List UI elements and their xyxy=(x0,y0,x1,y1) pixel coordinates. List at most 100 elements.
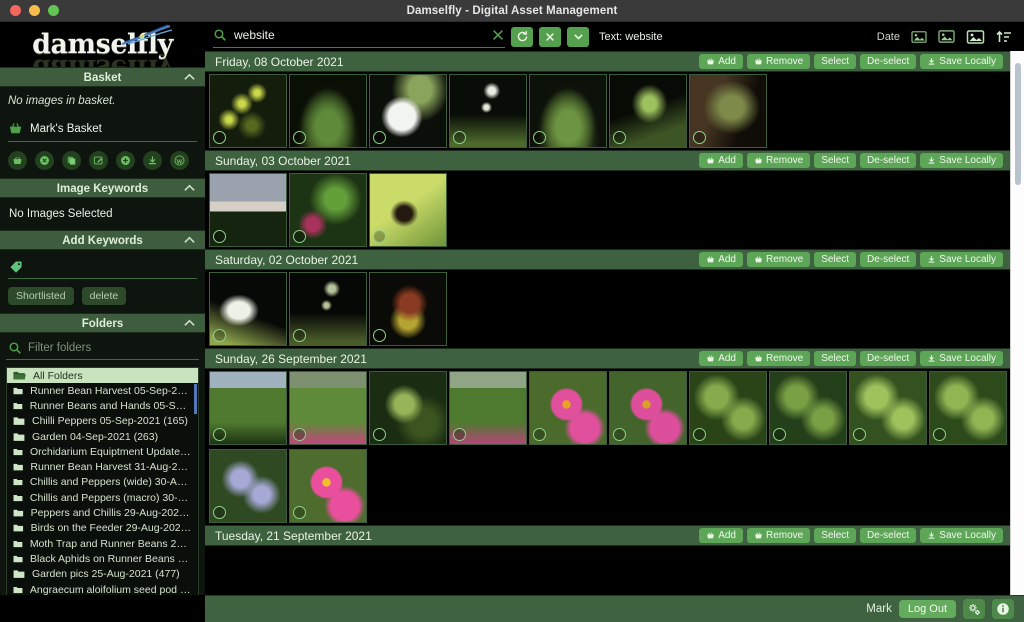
thumbnail-select-toggle[interactable] xyxy=(213,329,226,342)
folder-list-item[interactable]: Chilli Peppers 05-Sep-2021 (165) xyxy=(7,414,198,429)
image-thumbnail[interactable] xyxy=(529,74,607,148)
settings-button[interactable] xyxy=(963,599,985,619)
group-select-button[interactable]: Select xyxy=(814,252,857,267)
group-add-button[interactable]: Add xyxy=(699,153,743,168)
image-thumbnail[interactable] xyxy=(689,74,767,148)
group-add-button[interactable]: Add xyxy=(699,528,743,543)
search-input[interactable] xyxy=(234,28,484,42)
group-add-button[interactable]: Add xyxy=(699,351,743,366)
thumbnail-select-toggle[interactable] xyxy=(213,506,226,519)
thumbnail-select-toggle[interactable] xyxy=(373,428,386,441)
app-logo[interactable]: damselfly damselfly xyxy=(0,22,205,67)
basket-selector[interactable]: Mark's Basket xyxy=(8,121,197,142)
keyword-input-row[interactable] xyxy=(8,256,197,279)
group-select-button[interactable]: Select xyxy=(814,153,857,168)
image-thumbnail[interactable] xyxy=(209,272,287,346)
thumbnail-select-toggle[interactable] xyxy=(293,131,306,144)
group-remove-button[interactable]: Remove xyxy=(747,528,811,543)
group-save-locally-button[interactable]: Save Locally xyxy=(920,528,1003,543)
group-add-button[interactable]: Add xyxy=(699,252,743,267)
thumbnail-select-toggle[interactable] xyxy=(293,428,306,441)
group-deselect-button[interactable]: De-select xyxy=(860,54,917,69)
image-thumbnail[interactable] xyxy=(369,74,447,148)
image-thumbnail[interactable] xyxy=(529,371,607,445)
small-thumbnails-icon[interactable] xyxy=(911,30,927,44)
sort-order-icon[interactable] xyxy=(996,29,1012,45)
large-thumbnails-icon[interactable] xyxy=(966,29,985,45)
thumbnail-select-toggle[interactable] xyxy=(373,329,386,342)
thumbnail-select-toggle[interactable] xyxy=(853,428,866,441)
grid-scrollbar[interactable] xyxy=(1010,51,1024,595)
image-thumbnail[interactable] xyxy=(369,371,447,445)
thumbnail-select-toggle[interactable] xyxy=(213,230,226,243)
image-thumbnail[interactable] xyxy=(769,371,847,445)
folder-list-item[interactable]: Runner Bean Harvest 31-Aug-2021 (89) xyxy=(7,459,198,474)
image-thumbnail[interactable] xyxy=(609,74,687,148)
thumbnail-select-toggle[interactable] xyxy=(613,428,626,441)
folder-list-item[interactable]: Chillis and Peppers (wide) 30-Aug-2021 .… xyxy=(7,475,198,490)
image-thumbnail[interactable] xyxy=(289,74,367,148)
image-keywords-panel-header[interactable]: Image Keywords xyxy=(0,178,205,198)
medium-thumbnails-icon[interactable] xyxy=(938,29,955,44)
chevron-up-icon[interactable] xyxy=(183,71,196,84)
folder-list-item[interactable]: Runner Beans and Hands 05-Sep-2021 (... xyxy=(7,398,198,413)
folder-list-item[interactable]: Garden 04-Sep-2021 (263) xyxy=(7,429,198,444)
thumbnail-select-toggle[interactable] xyxy=(533,131,546,144)
folder-list-item[interactable]: Garden pics 25-Aug-2021 (477) xyxy=(7,567,198,582)
chevron-up-icon[interactable] xyxy=(183,234,196,247)
copy-basket-button[interactable] xyxy=(62,151,81,170)
refresh-button[interactable] xyxy=(511,26,533,47)
grid-scrollbar-thumb[interactable] xyxy=(1015,63,1021,185)
cancel-search-button[interactable] xyxy=(539,26,561,47)
folder-list-scrollbar[interactable] xyxy=(194,384,197,414)
folder-item-all-folders[interactable]: All Folders xyxy=(7,368,198,383)
add-keywords-panel-header[interactable]: Add Keywords xyxy=(0,230,205,250)
thumbnail-select-toggle[interactable] xyxy=(453,131,466,144)
thumbnail-select-toggle[interactable] xyxy=(293,506,306,519)
image-thumbnail[interactable] xyxy=(369,173,447,247)
group-remove-button[interactable]: Remove xyxy=(747,54,811,69)
keyword-input[interactable] xyxy=(30,260,180,273)
group-save-locally-button[interactable]: Save Locally xyxy=(920,351,1003,366)
thumbnail-select-toggle[interactable] xyxy=(773,428,786,441)
group-save-locally-button[interactable]: Save Locally xyxy=(920,252,1003,267)
group-select-button[interactable]: Select xyxy=(814,54,857,69)
basket-panel-header[interactable]: Basket xyxy=(0,67,205,87)
thumbnail-select-toggle[interactable] xyxy=(693,428,706,441)
search-box[interactable] xyxy=(213,26,505,48)
image-thumbnail[interactable] xyxy=(449,74,527,148)
group-remove-button[interactable]: Remove xyxy=(747,351,811,366)
thumbnail-select-toggle[interactable] xyxy=(613,131,626,144)
group-deselect-button[interactable]: De-select xyxy=(860,153,917,168)
group-save-locally-button[interactable]: Save Locally xyxy=(920,153,1003,168)
image-thumbnail[interactable] xyxy=(609,371,687,445)
folder-list-item[interactable]: Orchidarium Equiptment Update 02-Sep... xyxy=(7,444,198,459)
edit-basket-button[interactable] xyxy=(89,151,108,170)
group-select-button[interactable]: Select xyxy=(814,351,857,366)
thumbnail-select-toggle[interactable] xyxy=(693,131,706,144)
group-add-button[interactable]: Add xyxy=(699,54,743,69)
image-thumbnail[interactable] xyxy=(289,449,367,523)
thumbnail-select-toggle[interactable] xyxy=(293,230,306,243)
basket-icon-button[interactable] xyxy=(8,151,27,170)
folder-list-item[interactable]: Black Aphids on Runner Beans 26-Aug-... xyxy=(7,551,198,566)
image-thumbnail[interactable] xyxy=(929,371,1007,445)
thumbnail-select-toggle[interactable] xyxy=(453,428,466,441)
keyword-suggestion-delete[interactable]: delete xyxy=(81,287,127,305)
image-thumbnail[interactable] xyxy=(289,173,367,247)
folder-list-item[interactable]: Moth Trap and Runner Beans 27-Aug-20... xyxy=(7,536,198,551)
download-basket-button[interactable] xyxy=(143,151,162,170)
image-thumbnail[interactable] xyxy=(209,449,287,523)
clear-search-icon[interactable] xyxy=(491,28,505,42)
image-thumbnail[interactable] xyxy=(289,272,367,346)
logout-button[interactable]: Log Out xyxy=(898,600,956,618)
thumbnail-select-toggle[interactable] xyxy=(933,428,946,441)
folder-list-item[interactable]: Runner Bean Harvest 05-Sep-2021 (129) xyxy=(7,383,198,398)
image-thumbnail[interactable] xyxy=(689,371,767,445)
sort-field-label[interactable]: Date xyxy=(877,31,900,43)
wordpress-upload-button[interactable] xyxy=(170,151,189,170)
image-thumbnail[interactable] xyxy=(289,371,367,445)
folder-list[interactable]: All Folders Runner Bean Harvest 05-Sep-2… xyxy=(6,367,199,613)
image-thumbnail[interactable] xyxy=(849,371,927,445)
keyword-suggestion-shortlisted[interactable]: Shortlisted xyxy=(8,287,74,305)
